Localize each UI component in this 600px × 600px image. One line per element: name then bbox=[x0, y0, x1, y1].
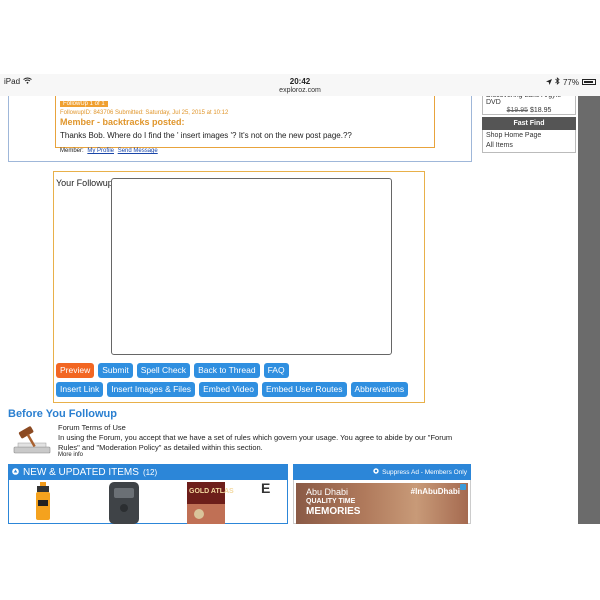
fast-find-all-items[interactable]: All Items bbox=[486, 141, 572, 151]
followup-textarea[interactable] bbox=[111, 178, 392, 355]
preview-button[interactable]: Preview bbox=[56, 363, 95, 378]
product-title[interactable]: Discovering Lake Argyle DVD bbox=[483, 96, 575, 107]
page-gutter bbox=[578, 96, 600, 524]
post-links: Member: My Profile Send Message bbox=[60, 148, 430, 154]
product-thumb-book[interactable]: GOLD ATLAS bbox=[187, 482, 234, 524]
more-info-link[interactable]: More info bbox=[58, 452, 83, 458]
new-updated-count: (12) bbox=[142, 467, 158, 477]
new-updated-list: GOLD ATLAS E bbox=[8, 480, 288, 524]
screen: iPad 20:42 exploroz.com 77% FollowUp 1 o… bbox=[0, 0, 600, 600]
button-row-primary: Preview Submit Spell Check Back to Threa… bbox=[56, 363, 289, 378]
right-sidebar: Discovering Lake Argyle DVD $19.95 $18.9… bbox=[482, 96, 576, 153]
bluetooth-icon bbox=[555, 77, 560, 87]
submit-button[interactable]: Submit bbox=[98, 363, 133, 378]
ad-header[interactable]: Suppress Ad - Members Only bbox=[293, 464, 471, 480]
followup-label: Your Followup bbox=[56, 178, 113, 188]
gavel-icon bbox=[12, 423, 52, 457]
fast-find-title: Fast Find bbox=[482, 117, 576, 130]
followup-tag: FollowUp 1 of 1 bbox=[60, 101, 108, 107]
ad-hashtag: #InAbuDhabi bbox=[410, 487, 460, 496]
suppress-icon bbox=[373, 468, 379, 476]
clock: 20:42 bbox=[289, 77, 311, 86]
ad-city: Abu Dhabi bbox=[306, 487, 349, 497]
old-price: $19.95 bbox=[506, 107, 529, 114]
suppress-ad-label[interactable]: Suppress Ad - Members Only bbox=[382, 469, 467, 476]
abbreviations-button[interactable]: Abbrevations bbox=[350, 382, 409, 397]
ad-image[interactable]: Abu Dhabi #InAbuDhabi QUALITY TIME MEMOR… bbox=[296, 483, 468, 524]
send-message-link[interactable]: Send Message bbox=[118, 148, 158, 154]
post-author: Member - backtracks posted: bbox=[60, 117, 185, 127]
battery-icon bbox=[582, 79, 596, 85]
followup-post: FollowUp 1 of 1 FollowupID: 843706 Submi… bbox=[55, 96, 435, 154]
location-icon bbox=[545, 78, 552, 87]
embed-user-routes-button[interactable]: Embed User Routes bbox=[261, 382, 347, 397]
book-cover-title: GOLD ATLAS bbox=[189, 488, 234, 495]
ad-line1: QUALITY TIME bbox=[306, 498, 356, 505]
battery-percent: 77% bbox=[562, 77, 579, 87]
new-updated-header[interactable]: NEW & UPDATED ITEMS (12) bbox=[8, 464, 288, 480]
thread-panel: FollowUp 1 of 1 FollowupID: 843706 Submi… bbox=[8, 96, 472, 162]
spell-check-button[interactable]: Spell Check bbox=[136, 363, 191, 378]
insert-images-button[interactable]: Insert Images & Files bbox=[107, 382, 196, 397]
insert-link-button[interactable]: Insert Link bbox=[56, 382, 104, 397]
new-price: $18.95 bbox=[529, 107, 552, 114]
member-label: Member: bbox=[60, 148, 84, 154]
post-meta: FollowupID: 843706 Submitted: Saturday, … bbox=[60, 110, 229, 116]
product-thumb-extinguisher[interactable] bbox=[31, 480, 55, 524]
new-updated-title: NEW & UPDATED ITEMS bbox=[23, 466, 139, 478]
post-body: Thanks Bob. Where do I find the ' insert… bbox=[60, 131, 352, 140]
ad-info-icon[interactable] bbox=[460, 484, 466, 490]
address-url[interactable]: exploroz.com bbox=[0, 87, 600, 94]
partial-product-thumb[interactable]: E bbox=[261, 480, 270, 496]
advertisement[interactable]: Abu Dhabi #InAbuDhabi QUALITY TIME MEMOR… bbox=[293, 480, 471, 524]
status-bar: iPad 20:42 exploroz.com 77% bbox=[0, 74, 600, 96]
product-price: $19.95 $18.95 bbox=[483, 107, 575, 114]
terms-title: Forum Terms of Use bbox=[58, 423, 126, 432]
product-thumb-device[interactable] bbox=[107, 482, 141, 524]
back-to-thread-button[interactable]: Back to Thread bbox=[194, 363, 260, 378]
product-box[interactable]: Discovering Lake Argyle DVD $19.95 $18.9… bbox=[482, 96, 576, 115]
faq-button[interactable]: FAQ bbox=[263, 363, 289, 378]
button-row-insert: Insert Link Insert Images & Files Embed … bbox=[56, 382, 409, 397]
before-followup-heading: Before You Followup bbox=[8, 408, 117, 420]
followup-form: Your Followup Preview Submit Spell Check… bbox=[53, 171, 425, 403]
my-profile-link[interactable]: My Profile bbox=[87, 148, 114, 154]
expand-arrow-icon[interactable] bbox=[12, 467, 19, 478]
terms-text: In using the Forum, you accept that we h… bbox=[58, 433, 453, 452]
embed-video-button[interactable]: Embed Video bbox=[199, 382, 258, 397]
web-page: FollowUp 1 of 1 FollowupID: 843706 Submi… bbox=[0, 96, 600, 524]
ad-line2: MEMORIES bbox=[306, 506, 361, 517]
fast-find-list: Shop Home Page All Items bbox=[482, 130, 576, 153]
fast-find-shop-home[interactable]: Shop Home Page bbox=[486, 131, 572, 141]
